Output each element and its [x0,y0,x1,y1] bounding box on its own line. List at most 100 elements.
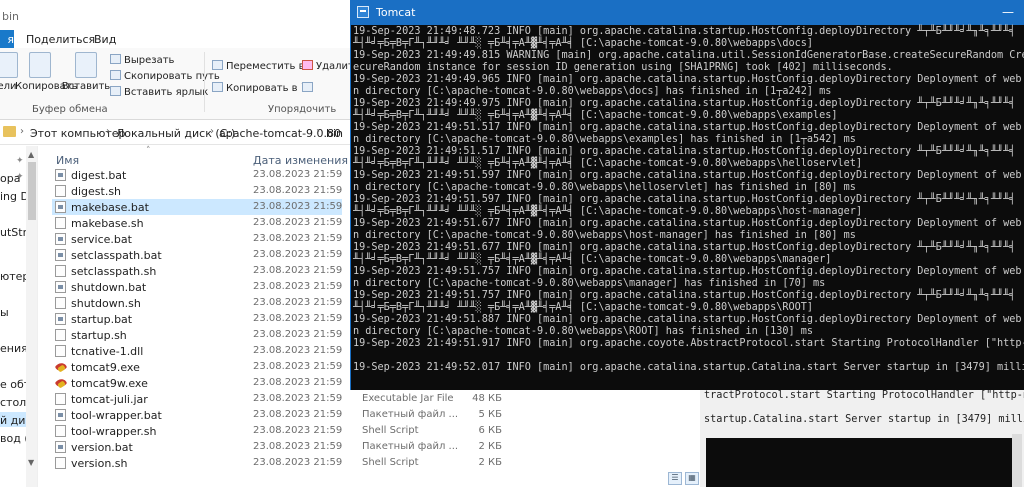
scroll-up-icon[interactable]: ▲ [28,150,34,159]
tab-file[interactable]: я [0,30,14,48]
file-name: tool-wrapper.sh [71,425,157,438]
console-line: 19-Sep-2023 21:49:51.517 INFO [main] org… [353,122,1024,133]
file-name: makebase.sh [71,217,144,230]
file-icon [55,265,66,277]
rename-button[interactable] [302,82,316,94]
console-title: Tomcat [376,6,416,19]
file-name: tcnative-1.dll [71,345,144,358]
tomcat-exe-icon [55,377,66,389]
file-date: 23.08.2023 21:59 [253,329,343,340]
shortcut-icon [110,86,121,96]
file-date: 23.08.2023 21:59 [253,249,343,260]
console-line: 19-Sep-2023 21:49:49.815 WARNING [main] … [353,50,1024,61]
nav-item[interactable]: стол [0,396,26,409]
file-date: 23.08.2023 21:59 [253,201,343,212]
column-header-date[interactable]: Дата изменения [253,154,348,167]
breadcrumb-tomcat[interactable]: apache-tomcat-9.0.80 [219,127,341,140]
nav-item[interactable]: ютер [0,270,29,283]
cut-label: Вырезать [124,55,175,66]
console-line: n directory [C:\apache-tomcat-9.0.80\web… [353,86,832,97]
console-line: 19-Sep-2023 21:49:51.677 INFO [main] org… [353,242,1016,253]
console-line: ╨┤╨╛╤Б╤В╤Г╨┐╨╜╨╛ ╨╜╨░ ╤Б╨╡╤А╨▓╨╡╤А╨╡ [C:… [353,110,838,121]
nav-item[interactable]: ения [0,342,28,355]
nav-scrollbar-thumb[interactable] [28,162,36,220]
chevron-right-icon: › [106,126,110,137]
file-date: 23.08.2023 21:59 [253,345,343,356]
console-title-bar[interactable]: Tomcat — [351,0,1024,25]
thumbnails-view-icon[interactable]: ▦ [685,472,699,485]
breadcrumb-bin[interactable]: bin [326,127,343,140]
scissors-icon [110,54,121,64]
table-row[interactable]: tomcat-juli.jar 23.08.2023 21:59 Executabl… [52,391,700,407]
navigation-pane: ✦ ора ✦ ing Do utStre ютер ы ения е объ … [0,146,38,487]
explorer-title: bin [2,10,20,23]
console-line: n directory [C:\apache-tomcat-9.0.80\web… [353,182,856,193]
rename-icon [302,82,313,92]
table-row[interactable]: version.sh 23.08.2023 21:59 Shell Script 2 … [52,455,700,471]
file-name: makebase.bat [71,201,149,214]
file-name: setclasspath.bat [71,249,162,262]
tomcat-console-window[interactable]: Tomcat — 19-Sep-2023 21:49:48.723 INFO [… [350,0,1024,390]
background-console-scrollbar[interactable] [1012,434,1022,487]
cut-button[interactable]: Вырезать [110,54,174,66]
file-name: version.sh [71,457,128,470]
column-header-name[interactable]: Имя [56,154,79,167]
table-row[interactable]: version.bat 23.08.2023 21:59 Пакетный файл… [52,439,700,455]
file-type: Пакетный файл ... [362,409,459,420]
file-date: 23.08.2023 21:59 [253,233,343,244]
paste-button[interactable]: Вставить [61,52,111,92]
batch-file-icon [55,313,66,325]
table-row[interactable]: tool-wrapper.sh 23.08.2023 21:59 Shell Scr… [52,423,700,439]
table-row[interactable]: makebase.bat 23.08.2023 21:59 [52,199,342,215]
breadcrumb-this-pc[interactable]: Этот компьютер [30,127,126,140]
file-type: Пакетный файл ... [362,441,459,452]
file-name: setclasspath.sh [71,265,157,278]
console-line: 19-Sep-2023 21:49:51.917 INFO [main] org… [353,338,1024,349]
console-line: 19-Sep-2023 21:49:51.597 INFO [main] org… [353,170,1024,181]
nav-scrollbar[interactable] [26,146,37,487]
copy-to-icon [212,82,223,92]
console-line: 19-Sep-2023 21:49:49.975 INFO [main] org… [353,98,1016,109]
console-line: ╨┤╨╛╤Б╤В╤Г╨┐╨╜╨╛ ╨╜╨░ ╤Б╨╡╤А╨▓╨╡╤А╨╡ [C:… [353,206,863,217]
sort-up-icon: ˄ [146,146,151,156]
console-line: ╨┤╨╛╤Б╤В╤Г╨┐╨╜╨╛ ╨╜╨░ ╤Б╨╡╤А╨▓╨╡╤А╨╡ [C:… [353,158,863,169]
file-date: 23.08.2023 21:59 [253,457,343,468]
move-to-button[interactable]: Переместить в ˅ [212,60,313,72]
nav-item[interactable]: ы [0,306,9,319]
file-name: startup.sh [71,329,127,342]
file-name: tomcat-juli.jar [71,393,148,406]
console-line: ╨┤╨╛╤Б╤В╤Г╨┐╨╜╨╛ ╨╜╨░ ╤Б╨╡╤А╨▓╨╡╤А╨╡ [C:… [353,254,832,265]
copy-icon [29,52,51,78]
console-line: 19-Sep-2023 21:49:49.965 INFO [main] org… [353,74,1024,85]
copy-button[interactable]: Копировать [15,52,77,92]
file-date: 23.08.2023 21:59 [253,185,343,196]
tab-share[interactable]: Поделиться [26,33,95,46]
console-line: 19-Sep-2023 21:49:51.887 INFO [main] org… [353,314,1024,325]
chevron-right-icon: › [316,126,320,137]
paste-shortcut-button[interactable]: Вставить ярлык [110,86,208,98]
file-date: 23.08.2023 21:59 [253,409,343,420]
console-line: n directory [C:\apache-tomcat-9.0.80\web… [353,134,856,145]
background-console-area [706,438,1012,487]
tab-view[interactable]: Вид [94,33,116,46]
scroll-down-icon[interactable]: ▼ [28,458,34,467]
copy-to-button[interactable]: Копировать в ˅ [212,82,306,94]
console-line: 19-Sep-2023 21:49:48.723 INFO [main] org… [353,26,1016,37]
file-date: 23.08.2023 21:59 [253,169,343,180]
breadcrumb-local-disk[interactable]: Локальный диск (C:) [116,127,235,140]
file-type: Executable Jar File [362,393,454,404]
file-date: 23.08.2023 21:59 [253,217,343,228]
batch-file-icon [55,169,66,181]
minimize-icon[interactable]: — [1002,5,1014,19]
copy-path-label: Скопировать путь [124,71,220,82]
console-line: 19-Sep-2023 21:49:51.757 INFO [main] org… [353,266,1024,277]
console-output[interactable]: 19-Sep-2023 21:49:48.723 INFO [main] org… [353,25,1024,390]
address-bar[interactable]: › Этот компьютер › Локальный диск (C:) ›… [0,121,350,145]
file-date: 23.08.2023 21:59 [253,313,343,324]
console-app-icon [357,6,369,18]
folder-icon [3,126,16,137]
ribbon-toolbar: ели Копировать Вставить Вырезать Скопиро… [0,48,360,120]
file-date: 23.08.2023 21:59 [253,425,343,436]
details-view-icon[interactable]: ☰ [668,472,682,485]
table-row[interactable]: tool-wrapper.bat 23.08.2023 21:59 Пакетный… [52,407,700,423]
